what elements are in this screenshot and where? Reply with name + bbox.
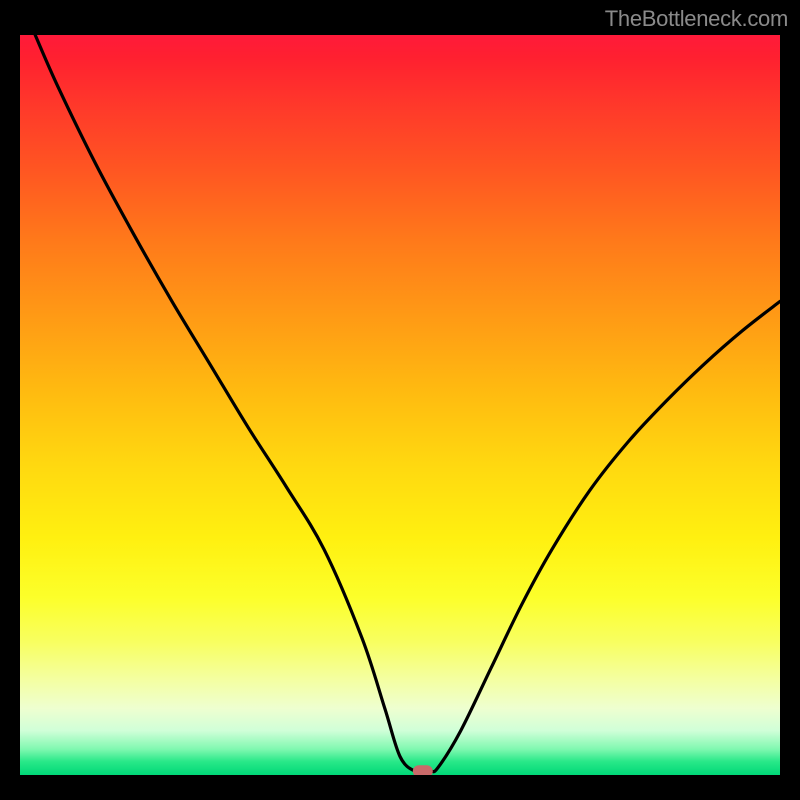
chart-plot-area [20, 35, 780, 775]
minimum-point-marker [413, 765, 433, 775]
bottleneck-curve [35, 35, 780, 773]
chart-svg [20, 35, 780, 775]
watermark-text: TheBottleneck.com [605, 6, 788, 32]
